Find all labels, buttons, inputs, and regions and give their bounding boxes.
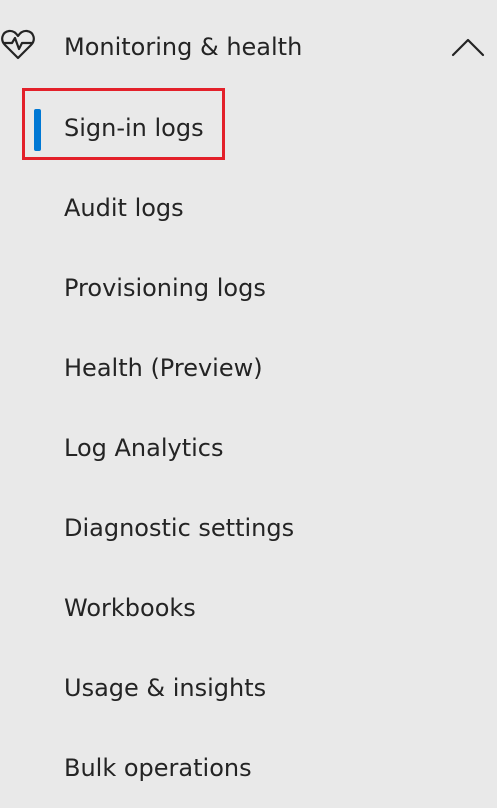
nav-item-label: Sign-in logs	[64, 114, 204, 142]
chevron-up-icon[interactable]	[450, 34, 486, 60]
nav-item-health-preview[interactable]: Health (Preview)	[0, 328, 497, 408]
nav-item-label: Audit logs	[64, 194, 184, 222]
nav-item-label: Workbooks	[64, 594, 196, 622]
nav-item-label: Bulk operations	[64, 754, 252, 782]
active-indicator	[34, 109, 41, 151]
nav-item-label: Log Analytics	[64, 434, 224, 462]
group-label: Monitoring & health	[64, 33, 303, 61]
heart-pulse-icon	[0, 28, 36, 62]
nav-item-usage-insights[interactable]: Usage & insights	[0, 648, 497, 728]
nav-item-log-analytics[interactable]: Log Analytics	[0, 408, 497, 488]
nav-item-label: Diagnostic settings	[64, 514, 295, 542]
nav-item-provisioning-logs[interactable]: Provisioning logs	[0, 248, 497, 328]
nav-item-label: Usage & insights	[64, 674, 267, 702]
nav-item-workbooks[interactable]: Workbooks	[0, 568, 497, 648]
nav-item-sign-in-logs[interactable]: Sign-in logs	[0, 88, 497, 168]
nav-item-label: Health (Preview)	[64, 354, 263, 382]
nav-item-bulk-operations[interactable]: Bulk operations	[0, 728, 497, 808]
nav-item-audit-logs[interactable]: Audit logs	[0, 168, 497, 248]
nav-item-label: Provisioning logs	[64, 274, 266, 302]
nav-item-diagnostic-settings[interactable]: Diagnostic settings	[0, 488, 497, 568]
sidebar-nav: Monitoring & health Sign-in logs Audit l…	[0, 0, 497, 802]
monitoring-health-group-header[interactable]: Monitoring & health	[0, 8, 497, 88]
